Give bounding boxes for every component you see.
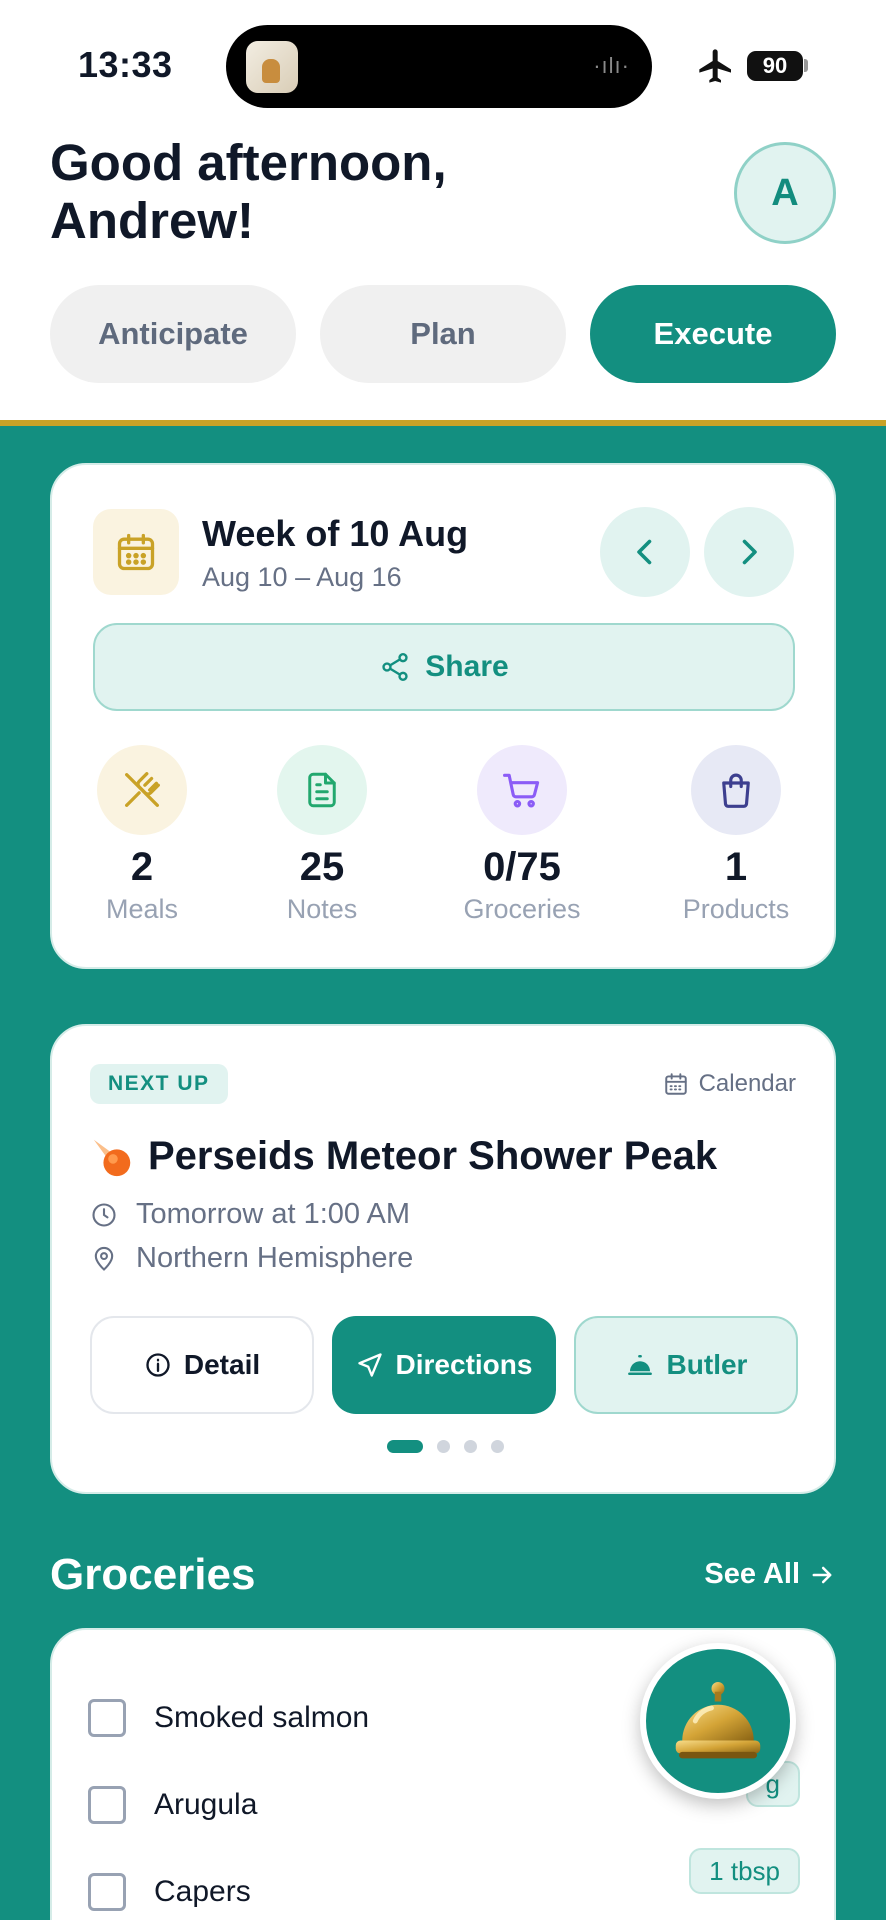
event-time-row: Tomorrow at 1:00 AM	[90, 1198, 410, 1231]
stat-groceries[interactable]: 0/75 Groceries	[432, 745, 612, 925]
now-playing-thumbnail	[246, 41, 298, 93]
grocery-checkbox[interactable]	[88, 1699, 126, 1737]
next-up-card[interactable]: NEXT UP Calendar Perseids Meteor Shower …	[50, 1024, 836, 1494]
event-title: Perseids Meteor Shower Peak	[148, 1134, 718, 1178]
info-icon	[146, 1353, 170, 1377]
share-button[interactable]: Share	[93, 623, 795, 711]
service-bell-icon	[627, 1355, 652, 1375]
avatar[interactable]: A	[734, 142, 836, 244]
week-title: Week of 10 Aug	[202, 513, 469, 554]
next-up-badge: NEXT UP	[90, 1064, 228, 1104]
grocery-checkbox[interactable]	[88, 1873, 126, 1911]
stat-products-label: Products	[682, 894, 790, 924]
clock-icon	[92, 1202, 116, 1227]
event-location-row: Northern Hemisphere	[90, 1242, 413, 1275]
audio-wave-icon: ·ılı·	[593, 53, 630, 78]
bag-icon	[691, 745, 781, 835]
calendar-label: Calendar	[698, 1070, 796, 1097]
event-location: Northern Hemisphere	[136, 1242, 414, 1274]
grocery-checkbox[interactable]	[88, 1786, 126, 1824]
navigation-arrow-icon	[357, 1353, 382, 1377]
carousel-pagination	[52, 1440, 838, 1453]
mode-tabs: Anticipate Plan Execute	[50, 285, 836, 383]
grocery-item[interactable]: Arugula	[88, 1785, 257, 1825]
page-dot[interactable]	[490, 1440, 504, 1453]
chevron-right-icon	[742, 539, 757, 565]
status-bar: 13:33 ·ılı· 90	[0, 0, 886, 128]
battery-cap	[804, 59, 808, 72]
grocery-name: Smoked salmon	[154, 1701, 370, 1734]
stat-notes-value: 25	[299, 845, 345, 889]
stat-groceries-value: 0/75	[483, 845, 561, 889]
grocery-name: Capers	[154, 1875, 251, 1908]
directions-button[interactable]: Directions	[332, 1316, 556, 1414]
battery-indicator: 90	[747, 51, 803, 81]
concierge-bell-icon	[675, 1682, 761, 1759]
see-all-label: See All	[704, 1558, 800, 1590]
groceries-title: Groceries	[50, 1550, 256, 1599]
status-time: 13:33	[78, 44, 173, 85]
share-label: Share	[425, 650, 509, 683]
page-dot[interactable]	[463, 1440, 477, 1453]
directions-label: Directions	[395, 1349, 533, 1380]
previous-week-button[interactable]	[600, 507, 690, 597]
airplane-mode-icon	[699, 49, 731, 83]
week-summary-card: Week of 10 Aug Aug 10 – Aug 16 Share 2 M…	[50, 463, 836, 969]
stat-notes[interactable]: 25 Notes	[232, 745, 412, 925]
tab-anticipate[interactable]: Anticipate	[50, 285, 296, 383]
see-all-link[interactable]: See All	[704, 1558, 836, 1591]
butler-fab[interactable]	[640, 1643, 796, 1799]
share-icon	[382, 653, 408, 681]
detail-button[interactable]: Detail	[90, 1316, 314, 1414]
calendar-icon	[93, 509, 179, 595]
dynamic-island[interactable]: ·ılı·	[226, 25, 652, 108]
cart-icon	[477, 745, 567, 835]
grocery-qty-badge: 1 tbsp	[689, 1848, 800, 1894]
comet-icon	[93, 1139, 131, 1177]
greeting-title: Good afternoon, Andrew!	[50, 134, 447, 249]
stat-meals[interactable]: 2 Meals	[52, 745, 232, 925]
grocery-name: Arugula	[154, 1788, 258, 1821]
event-time: Tomorrow at 1:00 AM	[136, 1198, 410, 1230]
next-week-button[interactable]	[704, 507, 794, 597]
week-range: Aug 10 – Aug 16	[202, 562, 402, 592]
arrow-right-icon	[812, 1566, 832, 1583]
chevron-left-icon	[637, 539, 652, 565]
document-icon	[277, 745, 367, 835]
stat-notes-label: Notes	[286, 894, 358, 924]
butler-label: Butler	[666, 1349, 748, 1380]
page-dot[interactable]	[436, 1440, 450, 1453]
stat-meals-label: Meals	[105, 894, 179, 924]
grocery-item[interactable]: Smoked salmon	[88, 1698, 369, 1738]
stat-meals-value: 2	[130, 845, 154, 889]
stat-products-value: 1	[724, 845, 748, 889]
page-dot-active[interactable]	[386, 1440, 423, 1453]
location-pin-icon	[94, 1246, 114, 1271]
calendar-small-icon	[664, 1073, 687, 1095]
stat-groceries-label: Groceries	[463, 894, 581, 924]
detail-label: Detail	[183, 1349, 261, 1380]
utensils-icon	[97, 745, 187, 835]
butler-button[interactable]: Butler	[574, 1316, 798, 1414]
tab-plan[interactable]: Plan	[320, 285, 566, 383]
grocery-item[interactable]: Capers	[88, 1872, 251, 1912]
calendar-link[interactable]: Calendar	[663, 1070, 796, 1098]
tab-execute[interactable]: Execute	[590, 285, 836, 383]
stat-products[interactable]: 1 Products	[646, 745, 826, 925]
